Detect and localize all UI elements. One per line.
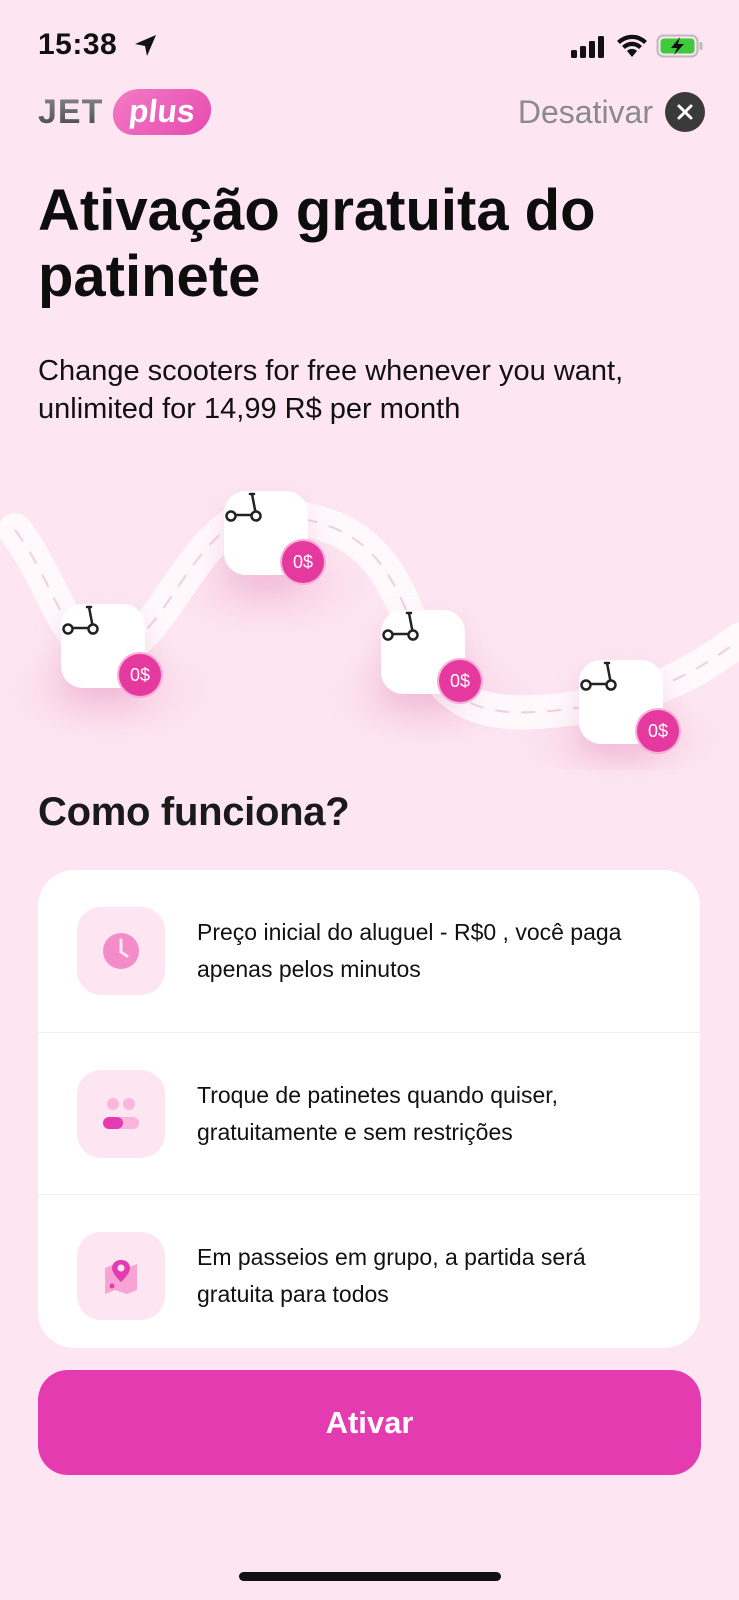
- list-item: Troque de patinetes quando quiser, gratu…: [38, 1032, 700, 1195]
- price-badge: 0$: [280, 539, 326, 585]
- brand-logo: JET plus: [38, 88, 214, 136]
- feature-text: Troque de patinetes quando quiser, gratu…: [197, 1082, 559, 1145]
- scooter-icon: [382, 611, 419, 641]
- page-subtitle: Change scooters for free whenever you wa…: [38, 355, 624, 425]
- feature-text: Em passeios em grupo, a partida será gra…: [197, 1244, 586, 1307]
- location-arrow-icon: [133, 33, 159, 59]
- route-stop-card: 0$: [579, 660, 681, 754]
- deactivate-label: Desativar: [517, 93, 653, 130]
- route-stop-card: 0$: [381, 610, 483, 704]
- route-illustration: 0$ 0$ 0$ 0$: [0, 470, 739, 770]
- clock-icon: [77, 907, 165, 995]
- activate-button[interactable]: Ativar: [38, 1370, 701, 1475]
- status-time: 15:38: [38, 28, 118, 61]
- brand-name: JET: [38, 92, 104, 131]
- brand-badge: plus: [110, 89, 214, 135]
- route-stop-card: 0$: [61, 604, 163, 698]
- wifi-icon: [616, 33, 648, 59]
- list-item: Preço inicial do aluguel - R$0 , você pa…: [38, 870, 700, 1032]
- price-badge: 0$: [117, 652, 163, 698]
- section-title: Como funciona?: [38, 790, 350, 834]
- price-badge: 0$: [437, 658, 483, 704]
- feature-text: Preço inicial do aluguel - R$0 , você pa…: [197, 919, 622, 982]
- scooter-icon: [580, 661, 617, 691]
- group-icon: [77, 1070, 165, 1158]
- features-card: Preço inicial do aluguel - R$0 , você pa…: [38, 870, 700, 1348]
- scooter-icon: [62, 605, 99, 635]
- deactivate-button[interactable]: Desativar: [518, 90, 705, 134]
- page-title: Ativação gratuita do patinete: [38, 178, 596, 309]
- list-item: Em passeios em grupo, a partida será gra…: [38, 1194, 700, 1348]
- scooter-icon: [225, 492, 262, 522]
- battery-charging-icon: [656, 33, 704, 59]
- home-indicator[interactable]: [239, 1572, 501, 1581]
- price-badge: 0$: [635, 708, 681, 754]
- status-bar: 15:38: [0, 0, 739, 80]
- map-pin-icon: [77, 1232, 165, 1320]
- close-icon[interactable]: [665, 92, 705, 132]
- route-stop-card: 0$: [224, 491, 326, 585]
- signal-icon: [571, 36, 605, 58]
